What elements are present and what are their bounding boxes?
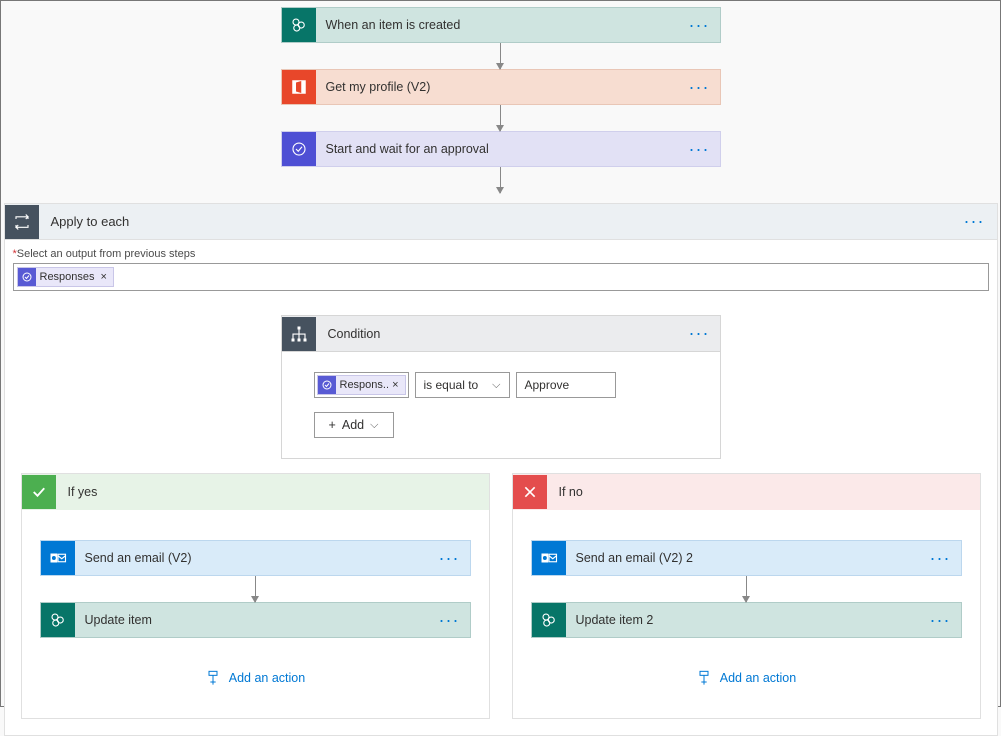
- select-output-label: *Select an output from previous steps: [13, 248, 989, 260]
- condition-left-input[interactable]: Respons... ×: [314, 372, 409, 398]
- condition-card: Condition ··· Respons... ×: [281, 315, 721, 459]
- condition-icon: [282, 317, 316, 351]
- action-card-email[interactable]: Send an email (V2) ···: [40, 540, 471, 576]
- connector-arrow: [500, 167, 501, 193]
- insert-step-icon: [205, 670, 221, 686]
- trigger-card-sharepoint[interactable]: When an item is created ···: [281, 7, 721, 43]
- branch-yes-body: Send an email (V2) ··· Update item ···: [22, 510, 489, 692]
- token-approval-icon: [318, 376, 336, 394]
- add-action-button[interactable]: Add an action: [696, 670, 796, 686]
- action-card-email[interactable]: Send an email (V2) 2 ···: [531, 540, 962, 576]
- add-action-button[interactable]: Add an action: [205, 670, 305, 686]
- apply-to-each-container: Apply to each ··· *Select an output from…: [4, 203, 998, 736]
- apply-to-each-body: *Select an output from previous steps Re…: [5, 240, 997, 735]
- connector-arrow: [255, 576, 256, 602]
- action-card-profile[interactable]: Get my profile (V2) ···: [281, 69, 721, 105]
- action-card-update[interactable]: Update item 2 ···: [531, 602, 962, 638]
- flow-canvas: When an item is created ··· Get my profi…: [1, 1, 1000, 736]
- loop-icon: [5, 205, 39, 239]
- condition-header[interactable]: Condition ···: [282, 316, 720, 352]
- office-icon: [282, 70, 316, 104]
- update-label: Update item 2: [566, 613, 920, 627]
- condition-operator-select[interactable]: is equal to ⌵: [415, 372, 510, 398]
- card-menu-icon[interactable]: ···: [920, 610, 961, 631]
- update-label: Update item: [75, 613, 429, 627]
- approval-icon: [282, 132, 316, 166]
- connector-arrow: [500, 43, 501, 69]
- insert-step-icon: [696, 670, 712, 686]
- approval-label: Start and wait for an approval: [316, 142, 679, 156]
- card-menu-icon[interactable]: ···: [429, 610, 470, 631]
- branch-no-title: If no: [547, 485, 595, 499]
- sharepoint-icon: [532, 603, 566, 637]
- apply-to-each-title: Apply to each: [39, 214, 952, 229]
- trigger-label: When an item is created: [316, 18, 679, 32]
- card-menu-icon[interactable]: ···: [920, 548, 961, 569]
- token-label: Respons...: [340, 379, 389, 391]
- condition-value-input[interactable]: Approve: [516, 372, 616, 398]
- card-menu-icon[interactable]: ···: [429, 548, 470, 569]
- close-icon: [513, 475, 547, 509]
- condition-add-button[interactable]: + Add ⌵: [314, 412, 394, 438]
- token-label: Responses: [40, 271, 97, 283]
- token-remove-icon[interactable]: ×: [97, 271, 113, 283]
- branch-no-header: If no: [513, 474, 980, 510]
- card-menu-icon[interactable]: ···: [679, 323, 720, 344]
- action-card-approval[interactable]: Start and wait for an approval ···: [281, 131, 721, 167]
- token-remove-icon[interactable]: ×: [388, 379, 404, 391]
- token-approval-icon: [18, 268, 36, 286]
- email-label: Send an email (V2): [75, 551, 429, 565]
- condition-title: Condition: [316, 327, 679, 341]
- card-menu-icon[interactable]: ···: [952, 211, 997, 232]
- sharepoint-icon: [41, 603, 75, 637]
- connector-arrow: [500, 105, 501, 131]
- profile-label: Get my profile (V2): [316, 80, 679, 94]
- branch-no-body: Send an email (V2) 2 ··· Update item 2 ·…: [513, 510, 980, 692]
- outlook-icon: [41, 541, 75, 575]
- branch-no: If no Send an email (V2) 2 ···: [512, 473, 981, 719]
- outlook-icon: [532, 541, 566, 575]
- condition-body: Respons... × is equal to ⌵ Approve: [282, 352, 720, 458]
- connector-arrow: [746, 576, 747, 602]
- output-token-input[interactable]: Responses ×: [13, 263, 989, 291]
- chevron-down-icon: ⌵: [370, 419, 378, 432]
- apply-to-each-header[interactable]: Apply to each ···: [5, 204, 997, 240]
- chevron-down-icon: ⌵: [492, 379, 500, 392]
- card-menu-icon[interactable]: ···: [679, 139, 720, 160]
- email-label: Send an email (V2) 2: [566, 551, 920, 565]
- card-menu-icon[interactable]: ···: [679, 77, 720, 98]
- condition-row: Respons... × is equal to ⌵ Approve: [314, 372, 688, 398]
- action-card-update[interactable]: Update item ···: [40, 602, 471, 638]
- plus-icon: +: [329, 418, 336, 432]
- check-icon: [22, 475, 56, 509]
- card-menu-icon[interactable]: ···: [679, 15, 720, 36]
- condition-branches: If yes Send an email (V2) ···: [21, 473, 981, 719]
- sharepoint-icon: [282, 8, 316, 42]
- branch-yes: If yes Send an email (V2) ···: [21, 473, 490, 719]
- responses-token[interactable]: Responses ×: [17, 267, 114, 287]
- branch-yes-header: If yes: [22, 474, 489, 510]
- branch-yes-title: If yes: [56, 485, 110, 499]
